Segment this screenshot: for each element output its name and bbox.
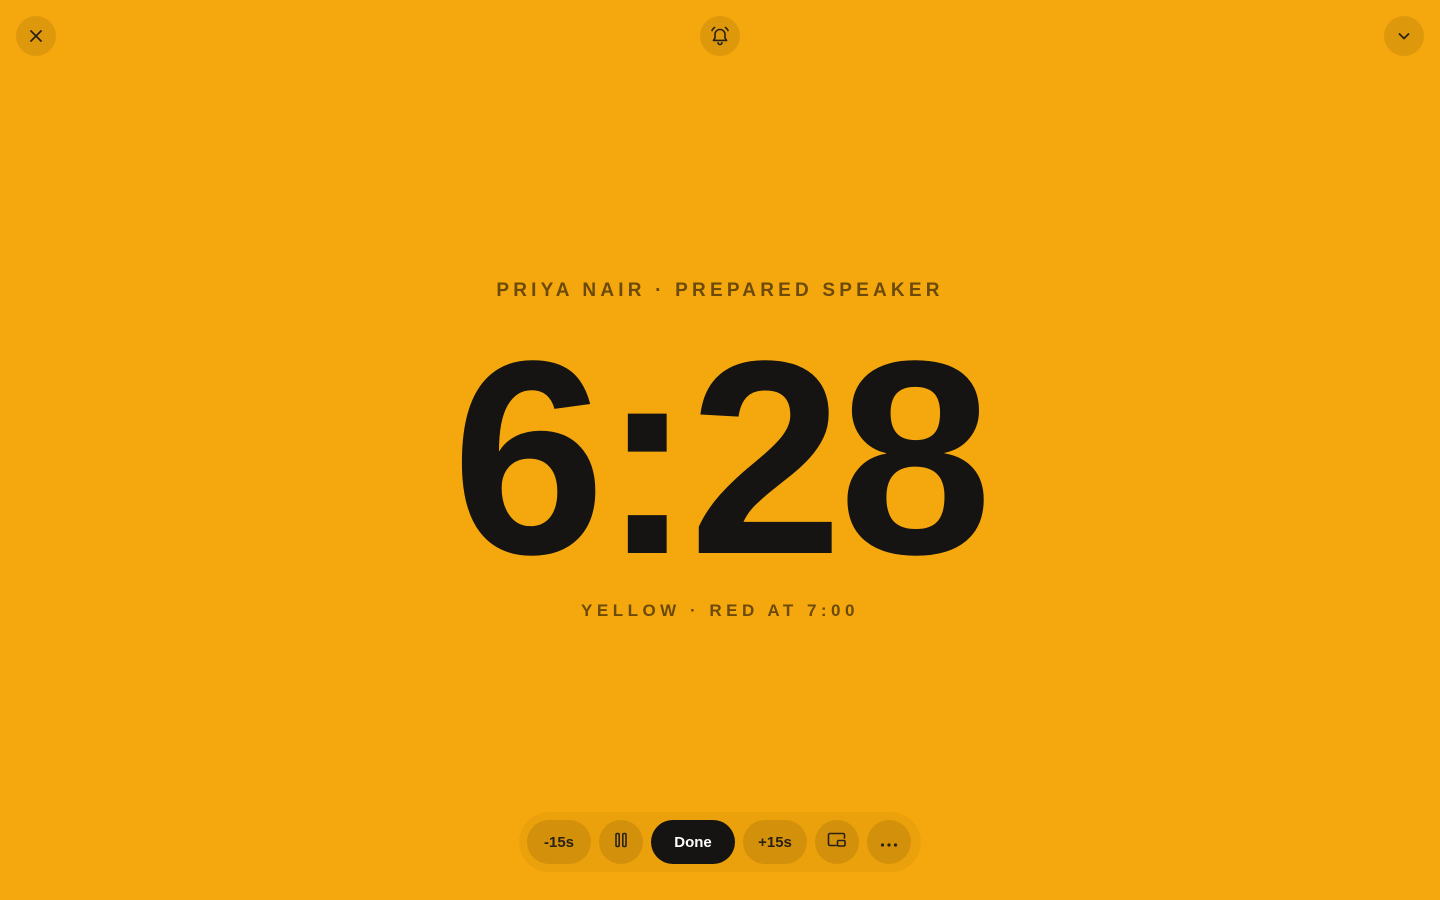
picture-in-picture-button[interactable] [815, 820, 859, 864]
alert-bell-button[interactable] [700, 16, 740, 56]
timer-display: 6:28 [451, 304, 992, 612]
close-button[interactable] [16, 16, 56, 56]
chevron-down-icon [1397, 29, 1411, 43]
pause-icon [614, 832, 628, 852]
done-button[interactable]: Done [651, 820, 735, 864]
more-horizontal-icon [880, 834, 898, 851]
bell-icon [709, 25, 731, 47]
plus-15s-button[interactable]: +15s [743, 820, 807, 864]
timer-screen: PRIYA NAIR · PREPARED SPEAKER 6:28 YELLO… [0, 0, 1440, 900]
more-button[interactable] [867, 820, 911, 864]
picture-in-picture-icon [827, 832, 847, 852]
minus-15s-button[interactable]: -15s [527, 820, 591, 864]
pause-button[interactable] [599, 820, 643, 864]
close-icon [29, 29, 43, 43]
status-label: YELLOW · RED AT 7:00 [581, 601, 859, 620]
collapse-button[interactable] [1384, 16, 1424, 56]
control-bar: -15s Done +15s [519, 812, 921, 872]
speaker-label: PRIYA NAIR · PREPARED SPEAKER [496, 280, 944, 301]
